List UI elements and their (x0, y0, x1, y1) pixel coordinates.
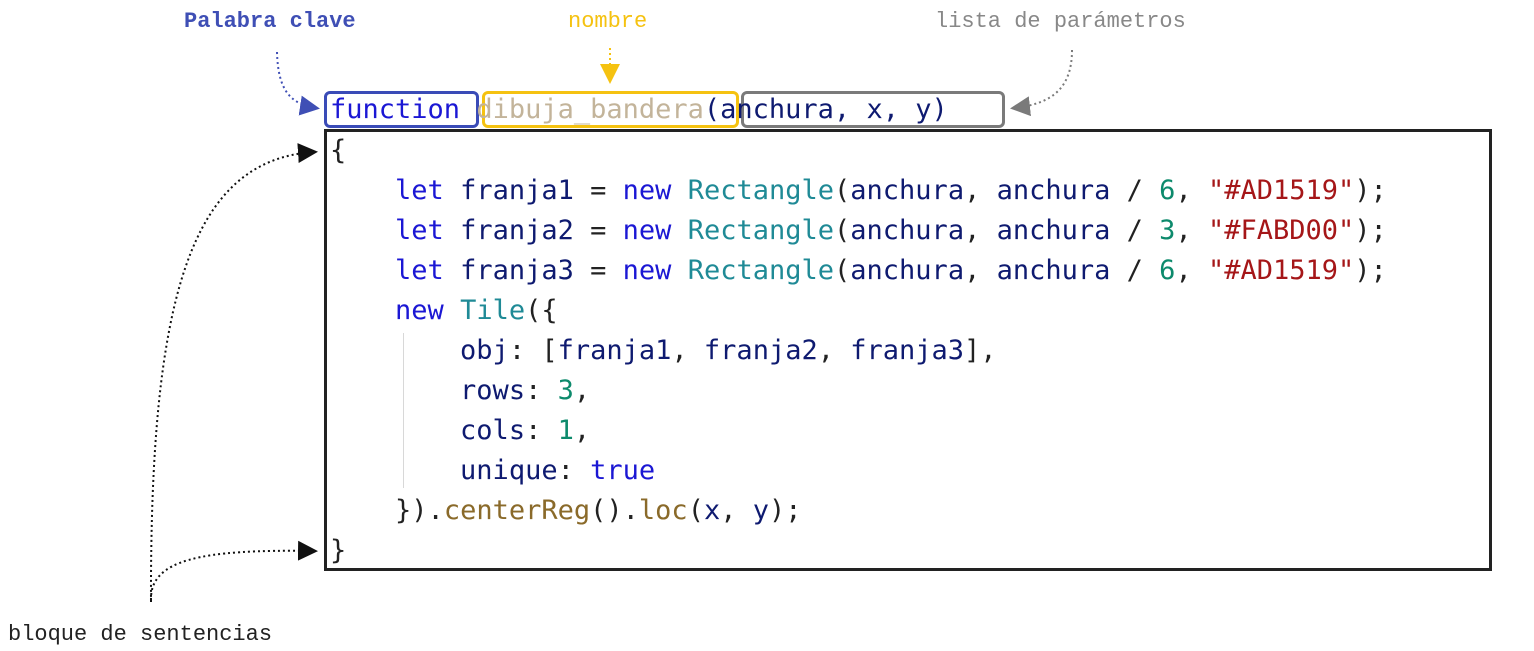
annotation-arrows (149, 48, 1073, 603)
block-close-arrow (149, 540, 318, 601)
block-open-arrow (149, 143, 318, 603)
params-arrow (1010, 49, 1073, 117)
keyword-arrow (276, 51, 320, 116)
